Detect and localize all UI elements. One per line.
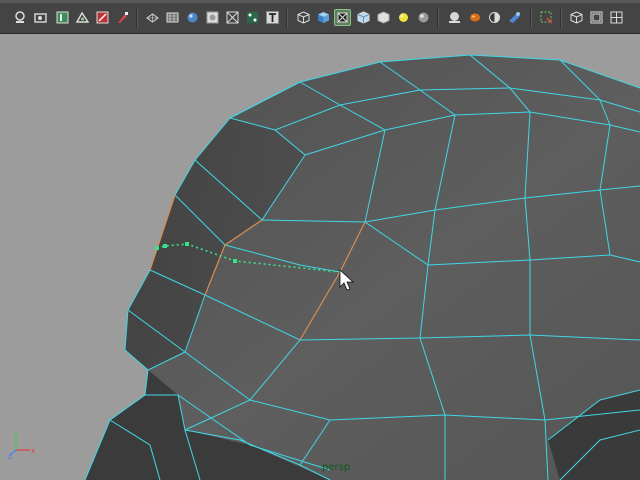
axis-gizmo: y x z [8, 430, 35, 460]
mesh-scene[interactable] [0, 34, 640, 480]
isolate-icon[interactable] [334, 9, 351, 26]
shadows-icon[interactable] [224, 9, 241, 26]
render-settings-icon[interactable] [74, 9, 91, 26]
motion-blur-icon[interactable] [466, 9, 483, 26]
smooth-shading-icon[interactable] [164, 9, 181, 26]
text-icon[interactable] [264, 9, 281, 26]
layout-icon[interactable] [588, 9, 605, 26]
x-ray-icon[interactable] [568, 9, 585, 26]
camera-name-label: persp [322, 462, 351, 473]
texture-checker-icon[interactable] [244, 9, 261, 26]
anti-alias-icon[interactable] [486, 9, 503, 26]
textured-cube-icon[interactable] [355, 9, 372, 26]
depth-of-field-icon[interactable] [506, 9, 523, 26]
viewport-toolbar [0, 0, 640, 34]
maximize-icon[interactable] [608, 9, 625, 26]
lights-icon[interactable] [204, 9, 221, 26]
toolbar-separator [560, 8, 562, 27]
toolbar-top-strip [0, 0, 640, 3]
toolbar-separator [530, 8, 532, 27]
svg-text:x: x [31, 447, 35, 455]
cube-shaded-icon[interactable] [315, 9, 332, 26]
toolbar-separator [437, 8, 439, 27]
sphere-icon[interactable] [415, 9, 432, 26]
ambient-occlusion-icon[interactable] [446, 9, 463, 26]
light-cube-icon[interactable] [375, 9, 392, 26]
toolbar-separator [286, 8, 288, 27]
light-bulb-icon[interactable] [395, 9, 412, 26]
render-view-icon[interactable] [12, 9, 29, 26]
wireframe-shading-icon[interactable] [144, 9, 161, 26]
cube-wire-icon[interactable] [295, 9, 312, 26]
ipr-render-icon[interactable] [54, 9, 71, 26]
toolbar-separator [136, 8, 138, 27]
svg-text:y: y [14, 430, 18, 438]
select-region-icon[interactable] [538, 9, 555, 26]
svg-text:z: z [8, 453, 12, 460]
render-frame-icon[interactable] [32, 9, 49, 26]
texture-icon[interactable] [184, 9, 201, 26]
perspective-viewport[interactable]: persp y x z [0, 34, 640, 480]
paint-icon[interactable] [114, 9, 131, 26]
hypershade-icon[interactable] [94, 9, 111, 26]
